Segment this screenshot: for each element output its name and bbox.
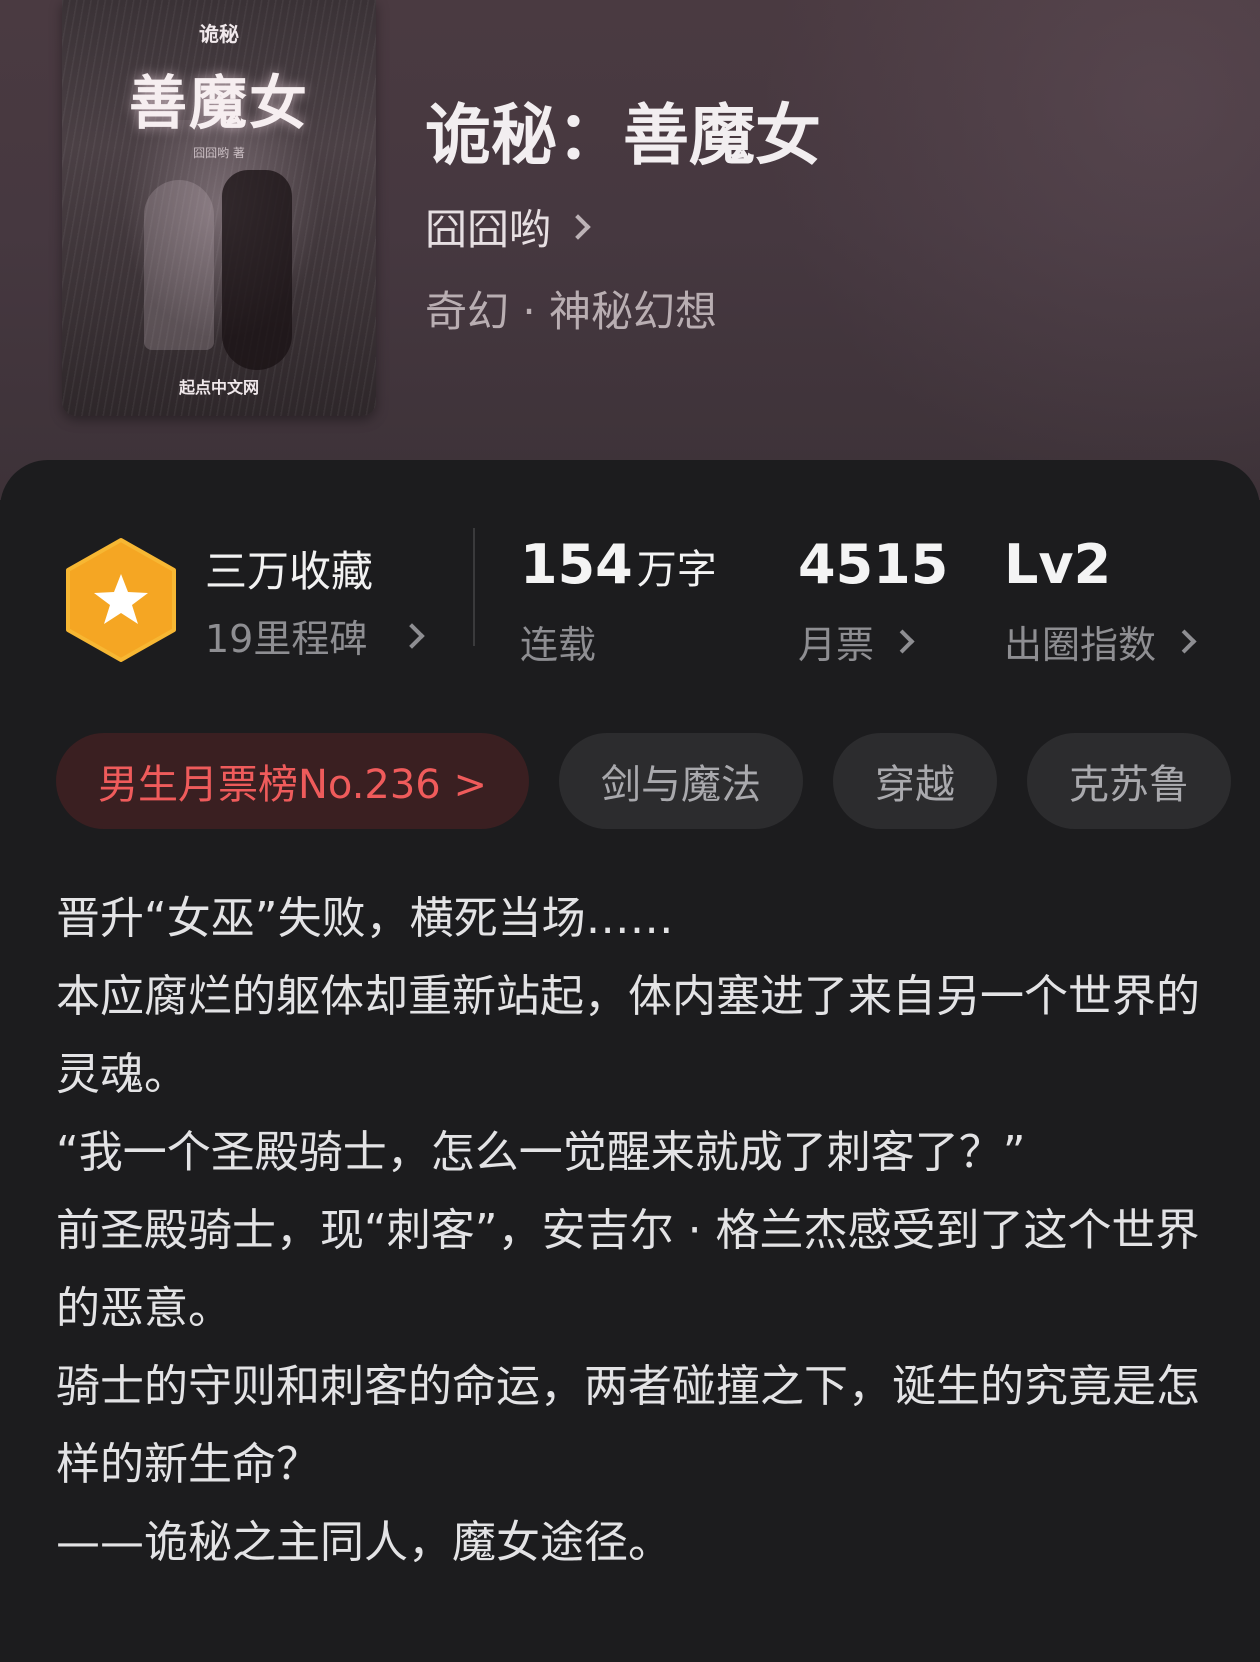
tag-cthulhu[interactable]: 克苏鲁 <box>1026 733 1231 829</box>
book-genre: 奇幻 · 神秘幻想 <box>425 287 718 336</box>
word-count-value: 154 <box>520 533 633 596</box>
author-link[interactable]: 囧囧哟 <box>425 196 591 257</box>
chevron-right-icon <box>399 622 426 649</box>
cover-publisher: 起点中文网 <box>178 378 259 397</box>
monthly-votes-value: 4515 <box>798 533 949 596</box>
monthly-votes-label: 月票 <box>798 623 875 667</box>
synopsis-paragraph: “我一个圣殿骑士，怎么一觉醒来就成了刺客了？” <box>56 1127 1026 1178</box>
synopsis-paragraph: 晋升“女巫”失败，横死当场…… <box>56 893 674 944</box>
cover-series: 诡秘 <box>199 22 239 46</box>
breakout-index-label: 出圈指数 <box>1004 623 1157 667</box>
tag-transmigration[interactable]: 穿越 <box>832 733 997 829</box>
chevron-right-icon <box>1172 629 1197 654</box>
tag-sword-magic[interactable]: 剑与魔法 <box>558 733 803 829</box>
synopsis-paragraph: 骑士的守则和刺客的命运，两者碰撞之下，诞生的究竟是怎样的新生命？ <box>56 1361 1200 1490</box>
milestone-link[interactable]: 19里程碑 <box>205 608 426 663</box>
stat-monthly-votes[interactable]: 4515 月票 <box>798 538 948 669</box>
synopsis-paragraph: 前圣殿骑士，现“刺客”，安吉尔 · 格兰杰感受到了这个世界的恶意。 <box>56 1205 1200 1334</box>
star-badge-icon[interactable] <box>62 536 180 664</box>
word-count-unit: 万字 <box>636 547 717 593</box>
synopsis-paragraph: 本应腐烂的躯体却重新站起，体内塞进了来自另一个世界的灵魂。 <box>56 971 1200 1100</box>
word-count-label: 连载 <box>520 623 597 667</box>
book-title: 诡秘：善魔女 <box>425 96 821 174</box>
synopsis-paragraph: ——诡秘之主同人，魔女途径。 <box>56 1517 672 1568</box>
cover-author: 囧囧哟 著 <box>193 146 245 160</box>
synopsis[interactable]: 晋升“女巫”失败，横死当场…… 本应腐烂的躯体却重新站起，体内塞进了来自另一个世… <box>56 880 1206 1582</box>
stats-divider <box>473 528 475 646</box>
cover-figure-woman <box>222 170 292 370</box>
author-name: 囧囧哟 <box>425 205 552 254</box>
chevron-right-icon <box>890 629 915 654</box>
cover-figure-ghost <box>144 180 214 350</box>
cover-title: 善魔女 <box>128 69 309 137</box>
stat-word-count: 154 万字 连载 <box>520 538 717 669</box>
tag-rank[interactable]: 男生月票榜No.236 > <box>56 733 529 829</box>
breakout-index-value: Lv2 <box>1004 533 1112 596</box>
stat-breakout-index[interactable]: Lv2 出圈指数 <box>1004 533 1197 669</box>
milestone-label: 19里程碑 <box>205 617 368 661</box>
book-cover[interactable]: 诡秘 善魔女 囧囧哟 著 起点中文网 <box>62 0 376 416</box>
chevron-right-icon <box>565 213 591 240</box>
tag-row: 男生月票榜No.236 > 剑与魔法 穿越 克苏鲁 <box>56 733 1231 829</box>
favorites-count[interactable]: 三万收藏 <box>205 538 373 599</box>
